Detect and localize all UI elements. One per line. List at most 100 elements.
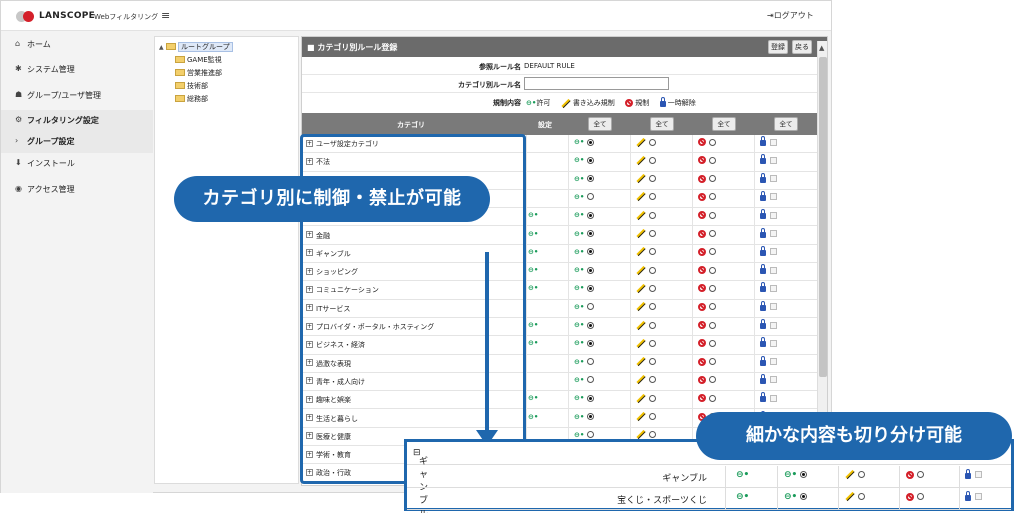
sidebar-item-access[interactable]: ◉ アクセス管理 <box>1 179 153 201</box>
tree-node-root[interactable]: ▲ ルートグループ <box>159 42 233 54</box>
release-option[interactable] <box>760 245 777 256</box>
write-radio[interactable] <box>858 471 865 478</box>
sidebar-item-install[interactable]: ⬇ インストール <box>1 153 153 175</box>
tree-node[interactable]: 総務部 <box>175 94 208 106</box>
scroll-thumb[interactable] <box>819 57 827 377</box>
allow-radio[interactable] <box>587 230 595 237</box>
release-option[interactable] <box>760 337 777 348</box>
release-option[interactable] <box>760 209 777 220</box>
back-button[interactable]: 戻る <box>792 40 812 54</box>
write-option[interactable] <box>636 173 656 184</box>
block-radio[interactable] <box>709 284 716 292</box>
block-option[interactable] <box>698 357 716 366</box>
block-option[interactable] <box>698 339 716 348</box>
allow-option[interactable]: ⊖• <box>574 376 595 384</box>
all-release-button[interactable]: 全て <box>774 117 798 131</box>
block-option[interactable] <box>698 192 716 201</box>
allow-radio[interactable] <box>587 175 595 183</box>
write-radio[interactable] <box>649 321 656 329</box>
release-option[interactable] <box>760 355 777 366</box>
write-radio[interactable] <box>649 303 656 311</box>
allow-option[interactable]: ⊖• <box>574 321 595 329</box>
write-radio[interactable] <box>649 156 656 164</box>
release-checkbox[interactable] <box>770 339 777 347</box>
write-radio[interactable] <box>649 248 656 256</box>
write-option[interactable] <box>636 320 656 330</box>
allow-radio[interactable] <box>587 156 595 164</box>
block-radio[interactable] <box>709 376 716 384</box>
block-radio[interactable] <box>709 230 716 237</box>
scroll-up-icon[interactable]: ▲ <box>819 44 824 52</box>
all-write-button[interactable]: 全て <box>650 117 674 131</box>
write-option[interactable] <box>636 411 656 422</box>
allow-option[interactable]: ⊖• <box>574 394 595 402</box>
write-option[interactable] <box>636 228 656 239</box>
sidebar-item-group-settings[interactable]: › グループ設定 <box>1 131 153 153</box>
release-option[interactable] <box>760 319 777 329</box>
allow-option[interactable]: ⊖• <box>574 339 595 347</box>
block-radio[interactable] <box>709 303 716 311</box>
block-option[interactable] <box>698 138 716 146</box>
release-option[interactable] <box>760 172 777 183</box>
register-button[interactable]: 登録 <box>768 40 788 54</box>
release-option[interactable] <box>760 227 777 238</box>
allow-option[interactable]: ⊖• <box>574 413 595 421</box>
block-option[interactable] <box>698 211 716 220</box>
release-checkbox[interactable] <box>770 376 777 384</box>
block-option[interactable] <box>698 302 716 311</box>
release-checkbox[interactable] <box>770 284 777 292</box>
release-option[interactable] <box>965 468 982 480</box>
allow-option[interactable]: ⊖• <box>574 230 595 238</box>
write-option[interactable] <box>636 210 656 220</box>
tree-node[interactable]: 営業推進部 <box>175 68 222 80</box>
allow-radio[interactable] <box>587 431 595 439</box>
block-radio[interactable] <box>709 156 716 164</box>
release-checkbox[interactable] <box>770 138 777 146</box>
release-option[interactable] <box>760 282 777 293</box>
block-radio[interactable] <box>709 266 716 274</box>
tree-node[interactable]: 技術部 <box>175 81 208 93</box>
release-option[interactable] <box>760 392 777 403</box>
allow-radio[interactable] <box>800 493 808 500</box>
menu-toggle-icon[interactable]: ≡ <box>161 9 170 22</box>
allow-radio[interactable] <box>587 376 595 384</box>
allow-option[interactable]: ⊖• <box>784 470 808 480</box>
release-option[interactable] <box>760 190 777 201</box>
release-option[interactable] <box>760 300 777 311</box>
block-option[interactable] <box>698 229 716 238</box>
sidebar-item-home[interactable]: ⌂ ホーム <box>1 34 153 56</box>
block-option[interactable] <box>698 247 716 256</box>
allow-radio[interactable] <box>587 248 595 256</box>
release-option[interactable] <box>760 136 777 146</box>
sidebar-item-system[interactable]: ✱ システム管理 <box>1 59 153 81</box>
allow-option[interactable]: ⊖• <box>784 492 808 502</box>
write-radio[interactable] <box>649 230 656 237</box>
release-checkbox[interactable] <box>770 303 777 311</box>
release-checkbox[interactable] <box>770 358 777 366</box>
write-option[interactable] <box>636 338 656 348</box>
write-option[interactable] <box>636 155 656 165</box>
all-block-button[interactable]: 全て <box>712 117 736 131</box>
release-option[interactable] <box>760 264 777 275</box>
write-radio[interactable] <box>649 266 656 274</box>
write-option[interactable] <box>845 491 865 502</box>
block-option[interactable] <box>906 492 924 502</box>
block-radio[interactable] <box>917 493 924 500</box>
allow-radio[interactable] <box>587 284 595 292</box>
block-radio[interactable] <box>709 175 716 183</box>
write-radio[interactable] <box>649 284 656 292</box>
write-option[interactable] <box>636 430 656 440</box>
allow-radio[interactable] <box>587 413 595 420</box>
write-radio[interactable] <box>649 175 656 183</box>
allow-radio[interactable] <box>587 303 595 311</box>
write-radio[interactable] <box>649 431 656 439</box>
write-radio[interactable] <box>649 211 656 219</box>
release-checkbox[interactable] <box>770 211 777 219</box>
block-radio[interactable] <box>709 211 716 219</box>
allow-radio[interactable] <box>587 211 595 219</box>
allow-option[interactable]: ⊖• <box>574 431 595 439</box>
block-radio[interactable] <box>709 394 716 402</box>
block-radio[interactable] <box>709 248 716 256</box>
allow-option[interactable]: ⊖• <box>574 303 595 311</box>
release-checkbox[interactable] <box>975 493 982 500</box>
